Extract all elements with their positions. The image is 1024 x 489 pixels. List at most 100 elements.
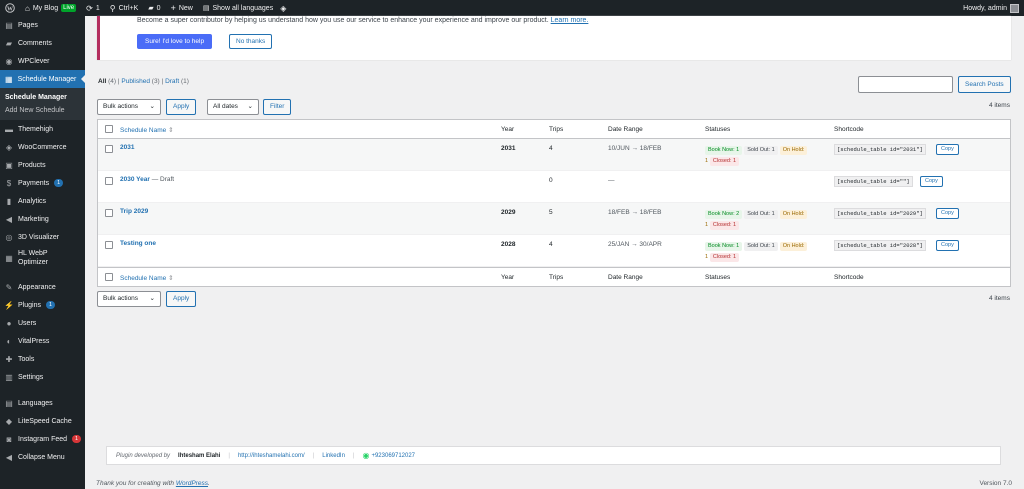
sidebar-item-label: HL WebP Optimizer	[18, 249, 48, 267]
my-account-link[interactable]: Howdy, admin	[958, 0, 1024, 16]
row-checkbox[interactable]	[105, 177, 113, 185]
sidebar-item-tools[interactable]: ✚ Tools	[0, 350, 85, 368]
submenu-item-schedule-manager[interactable]: Schedule Manager	[0, 91, 85, 104]
date-filter-select[interactable]: All dates ⌄	[207, 99, 259, 115]
sidebar-item-pages[interactable]: ▤ Pages	[0, 16, 85, 34]
sold-out-badge: Sold Out: 1	[744, 210, 778, 219]
sidebar-item-litespeed-cache[interactable]: ◆ LiteSpeed Cache	[0, 412, 85, 430]
decline-button[interactable]: No thanks	[229, 34, 273, 49]
copy-shortcode-button[interactable]: Copy	[936, 240, 959, 251]
sold-out-badge: Sold Out: 1	[744, 146, 778, 155]
sidebar-item-users[interactable]: ● Users	[0, 314, 85, 332]
users-icon: ●	[6, 318, 12, 328]
filter-button[interactable]: Filter	[263, 99, 292, 115]
filter-all-count: (4)	[108, 78, 117, 85]
schedule-name-link[interactable]: 2031	[120, 144, 134, 151]
sidebar-item-themehigh[interactable]: ▬ Themehigh	[0, 120, 85, 138]
sidebar-item-analytics[interactable]: ▮ Analytics	[0, 192, 85, 210]
sidebar-item-label: Comments	[18, 39, 52, 47]
sort-icon: ⇕	[168, 127, 174, 134]
column-header-trips: Trips	[549, 126, 564, 133]
howdy-text: Howdy, admin	[963, 4, 1007, 12]
submenu-item-add-new-schedule[interactable]: Add New Schedule	[0, 104, 85, 117]
sidebar-item-plugins[interactable]: ⚡ Plugins 1	[0, 296, 85, 314]
sidebar-item-woocommerce[interactable]: ◈ WooCommerce	[0, 138, 85, 156]
sidebar-item-appearance[interactable]: ✎ Appearance	[0, 278, 85, 296]
search-input[interactable]	[858, 76, 953, 93]
apply-button-bottom[interactable]: Apply	[166, 291, 197, 307]
languages-link[interactable]: ▤ Show all languages ◈	[198, 0, 292, 16]
schedule-name-link[interactable]: 2030 Year	[120, 176, 150, 183]
column-footer-date-range: Date Range	[608, 274, 643, 281]
sidebar-item-instagram-feed[interactable]: ◙ Instagram Feed 1	[0, 430, 85, 448]
row-checkbox[interactable]	[105, 241, 113, 249]
sidebar-item-collapse-menu[interactable]: ◀ Collapse Menu	[0, 448, 85, 466]
sidebar-item-settings[interactable]: ▥ Settings	[0, 368, 85, 386]
select-all-checkbox[interactable]	[105, 125, 113, 133]
sidebar-item-label: Users	[18, 319, 37, 327]
sidebar-item-3d-visualizer[interactable]: ◎ 3D Visualizer	[0, 228, 85, 246]
schedule-name-link[interactable]: Trip 2029	[120, 208, 148, 215]
sidebar-item-payments[interactable]: $ Payments 1	[0, 174, 85, 192]
shortcode-cell: [schedule_table id="2028"]	[834, 240, 926, 251]
column-footer-name[interactable]: Schedule Name ⇕	[120, 274, 174, 282]
sidebar-item-comments[interactable]: ▰ Comments	[0, 34, 85, 52]
filter-all[interactable]: All	[98, 78, 106, 85]
on-hold-count: 1	[705, 158, 709, 164]
copy-shortcode-button[interactable]: Copy	[920, 176, 943, 187]
whatsapp-link[interactable]: ◉ +923069712027	[362, 451, 415, 460]
home-icon: ⌂	[25, 3, 30, 13]
schedule-name-link[interactable]: Testing one	[120, 240, 156, 247]
column-header-shortcode: Shortcode	[834, 126, 864, 133]
translation-icon: ▤	[202, 5, 210, 12]
sidebar-item-products[interactable]: ▣ Products	[0, 156, 85, 174]
accept-help-button[interactable]: Sure! I'd love to help	[137, 34, 213, 49]
date-range-cell: 18/FEB → 18/FEB	[608, 209, 662, 216]
linkedin-link[interactable]: LinkedIn	[322, 453, 345, 459]
menu-separator	[0, 386, 85, 394]
row-checkbox[interactable]	[105, 209, 113, 217]
wordpress-link[interactable]: WordPress	[176, 480, 208, 487]
shortcode-cell: [schedule_table id="2031"]	[834, 144, 926, 155]
chevron-down-icon: ⌄	[149, 103, 155, 110]
copy-shortcode-button[interactable]: Copy	[936, 144, 959, 155]
bulk-actions-select-bottom[interactable]: Bulk actions ⌄	[97, 291, 161, 307]
learn-more-link[interactable]: Learn more.	[551, 17, 589, 24]
closed-badge: Closed: 1	[709, 221, 740, 230]
sidebar-item-languages[interactable]: ▤ Languages	[0, 394, 85, 412]
select-all-checkbox-bottom[interactable]	[105, 273, 113, 281]
collapse-icon: ◀	[5, 452, 13, 462]
sidebar-item-schedule-manager[interactable]: ▦ Schedule Manager	[0, 70, 86, 88]
sidebar-item-vitalpress[interactable]: ◐ VitalPress	[0, 332, 85, 350]
sidebar-item-marketing[interactable]: ◀ Marketing	[0, 210, 85, 228]
filter-draft[interactable]: Draft	[165, 78, 179, 85]
footer-separator: |	[228, 452, 230, 459]
filter-published[interactable]: Published	[121, 78, 150, 85]
row-checkbox[interactable]	[105, 145, 113, 153]
command-search-link[interactable]: ⚲ Ctrl+K	[105, 0, 144, 16]
instagram-icon: ◙	[6, 434, 12, 444]
apply-button-top[interactable]: Apply	[166, 99, 197, 115]
date-range-cell: 10/JUN → 18/FEB	[608, 145, 662, 152]
sidebar-item-label: Plugins	[18, 301, 41, 309]
sidebar-item-hl-webp[interactable]: ▦ HL WebP Optimizer	[0, 246, 85, 270]
sidebar-item-label: Tools	[18, 355, 35, 363]
date-range-cell: 25/JAN → 30/APR	[608, 241, 662, 248]
column-footer-trips: Trips	[549, 274, 564, 281]
settings-icon: ▥	[5, 372, 13, 382]
updates-link[interactable]: ⟳ 1	[81, 0, 105, 16]
sidebar-item-wpclever[interactable]: ◉ WPClever	[0, 52, 85, 70]
diamond-icon[interactable]: ◈	[280, 4, 286, 13]
search-posts-button[interactable]: Search Posts	[958, 76, 1011, 93]
bulk-actions-select-top[interactable]: Bulk actions ⌄	[97, 99, 161, 115]
author-website-link[interactable]: http://ihteshamelahi.com/	[238, 453, 305, 459]
column-header-name[interactable]: Schedule Name ⇕	[120, 126, 174, 134]
new-content-link[interactable]: + New	[166, 0, 198, 16]
wordpress-logo-icon[interactable]: W	[0, 0, 20, 16]
site-name-link[interactable]: ⌂ My Blog Live	[20, 0, 81, 16]
comments-link[interactable]: ▰ 0	[143, 0, 165, 16]
footer-separator: |	[312, 452, 315, 459]
book-now-badge: Book Now: 2	[705, 210, 743, 219]
litespeed-icon: ◆	[5, 416, 13, 426]
copy-shortcode-button[interactable]: Copy	[936, 208, 959, 219]
